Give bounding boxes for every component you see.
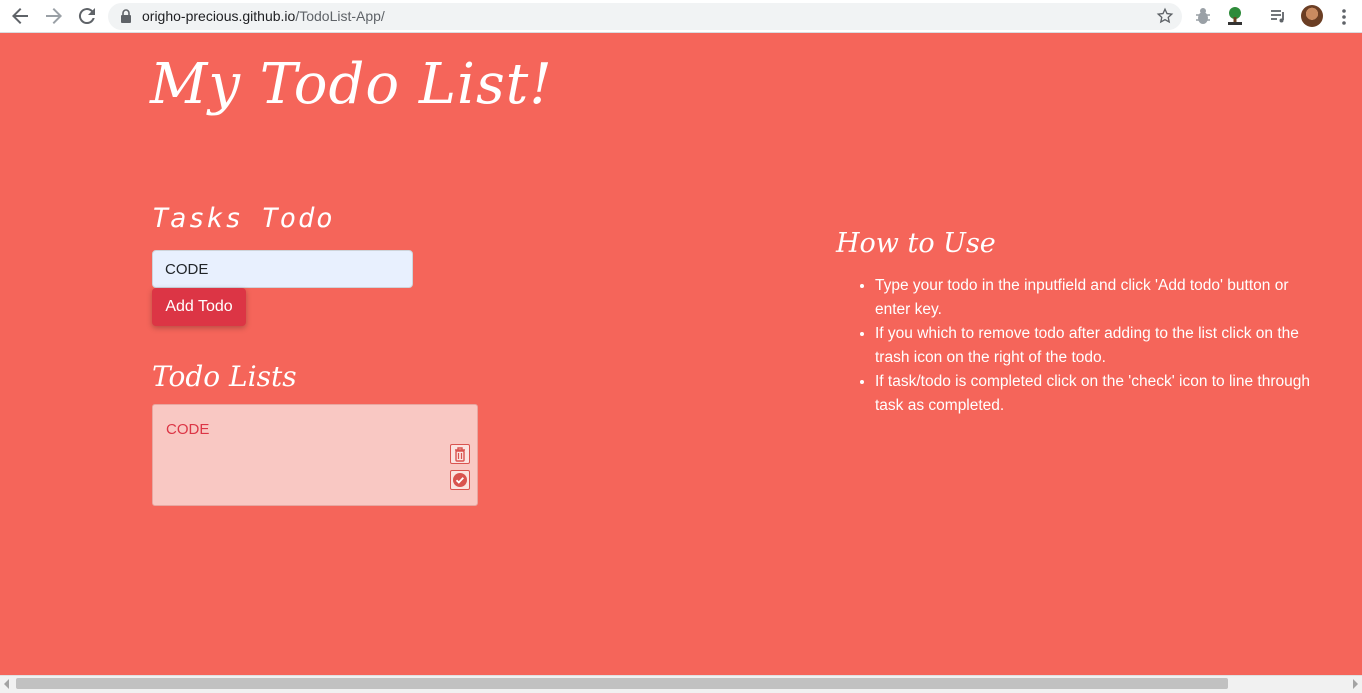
todo-lists-heading: Todo Lists	[152, 360, 297, 393]
todo-input[interactable]	[152, 250, 413, 288]
complete-todo-button[interactable]	[450, 470, 470, 490]
browser-toolbar: origho-precious.github.io/TodoList-App/	[0, 0, 1362, 33]
delete-todo-button[interactable]	[450, 444, 470, 464]
how-to-use-item: If you which to remove todo after adding…	[875, 322, 1325, 370]
lock-icon	[121, 9, 131, 23]
back-icon[interactable]	[8, 4, 32, 28]
more-menu-icon[interactable]	[1336, 7, 1352, 27]
page-title: My Todo List!	[150, 52, 553, 117]
how-to-use-heading: How to Use	[836, 228, 996, 259]
todo-item-text: CODE	[166, 421, 210, 438]
add-todo-button[interactable]: Add Todo	[152, 288, 246, 326]
horizontal-scrollbar[interactable]	[0, 675, 1362, 693]
media-playlist-icon[interactable]	[1268, 6, 1288, 26]
url-text: origho-precious.github.io/TodoList-App/	[142, 8, 385, 24]
check-circle-icon	[453, 473, 467, 487]
address-bar[interactable]: origho-precious.github.io/TodoList-App/	[108, 3, 1182, 30]
bookmark-star-icon[interactable]	[1156, 7, 1174, 25]
how-to-use-list: Type your todo in the inputfield and cli…	[856, 274, 1325, 418]
scrollbar-thumb[interactable]	[16, 678, 1228, 689]
forward-icon[interactable]	[42, 4, 66, 28]
todo-list-item: CODE	[152, 404, 478, 506]
scroll-left-arrow-icon[interactable]	[4, 679, 9, 689]
tree-extension-icon[interactable]	[1225, 6, 1245, 26]
how-to-use-item: Type your todo in the inputfield and cli…	[875, 274, 1325, 322]
scroll-right-arrow-icon[interactable]	[1353, 679, 1358, 689]
bug-extension-icon[interactable]	[1193, 6, 1213, 26]
trash-icon	[455, 447, 465, 462]
how-to-use-item: If task/todo is completed click on the '…	[875, 370, 1325, 418]
profile-avatar[interactable]	[1301, 5, 1323, 27]
reload-icon[interactable]	[75, 4, 99, 28]
tasks-heading: Tasks Todo	[152, 203, 335, 234]
